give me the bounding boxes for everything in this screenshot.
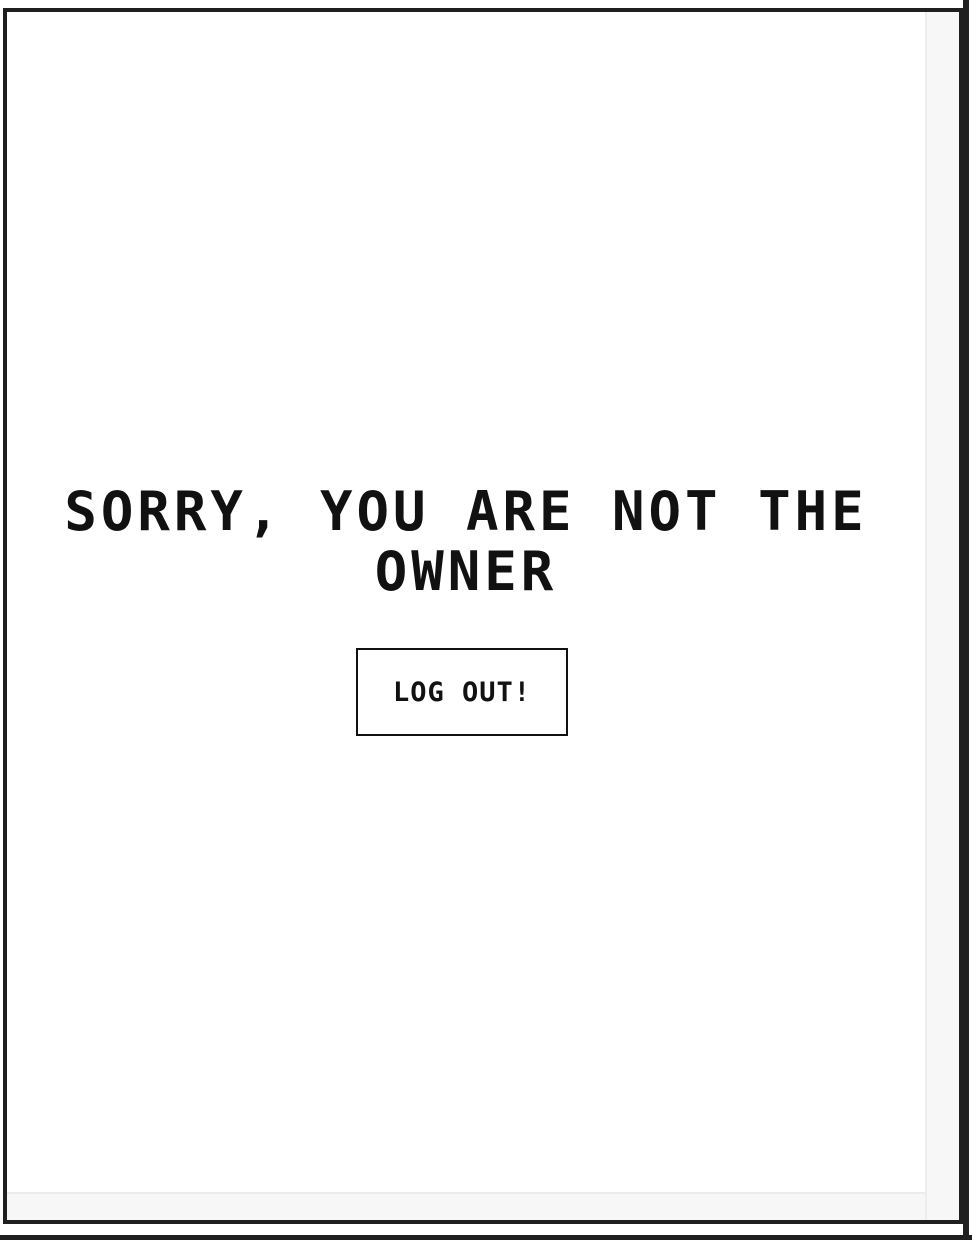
- vertical-scrollbar[interactable]: [925, 12, 959, 1220]
- horizontal-scrollbar[interactable]: [7, 1192, 925, 1220]
- page-viewport: SORRY, YOU ARE NOT THE OWNER LOG OUT!: [7, 12, 925, 1192]
- access-denied-panel: SORRY, YOU ARE NOT THE OWNER LOG OUT!: [7, 482, 925, 736]
- window-border-bottom: [0, 1235, 972, 1240]
- window-border-right: [963, 0, 969, 1240]
- browser-window-frame: SORRY, YOU ARE NOT THE OWNER LOG OUT!: [3, 8, 963, 1224]
- logout-button[interactable]: LOG OUT!: [356, 648, 568, 736]
- access-denied-heading: SORRY, YOU ARE NOT THE OWNER: [64, 480, 868, 603]
